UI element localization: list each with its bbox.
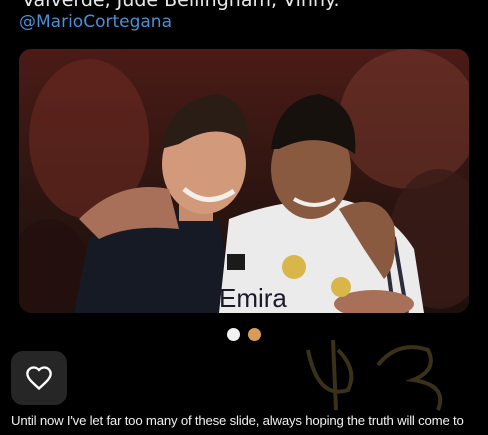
heart-icon xyxy=(26,366,52,391)
carousel-dot-1[interactable] xyxy=(227,328,240,341)
watermark-logo xyxy=(306,339,443,411)
caption-text: Until now I've let far too many of these… xyxy=(11,413,464,428)
jersey-sponsor-text: Emira xyxy=(219,283,287,313)
post-text-partial-line: Valverde, Jude Bellingham, Vinny. xyxy=(22,0,340,11)
like-button[interactable] xyxy=(11,351,67,405)
post-photo[interactable]: Emira xyxy=(19,49,469,313)
mention-link[interactable]: @MarioCortegana xyxy=(19,12,172,32)
carousel-dot-2[interactable] xyxy=(248,328,261,341)
